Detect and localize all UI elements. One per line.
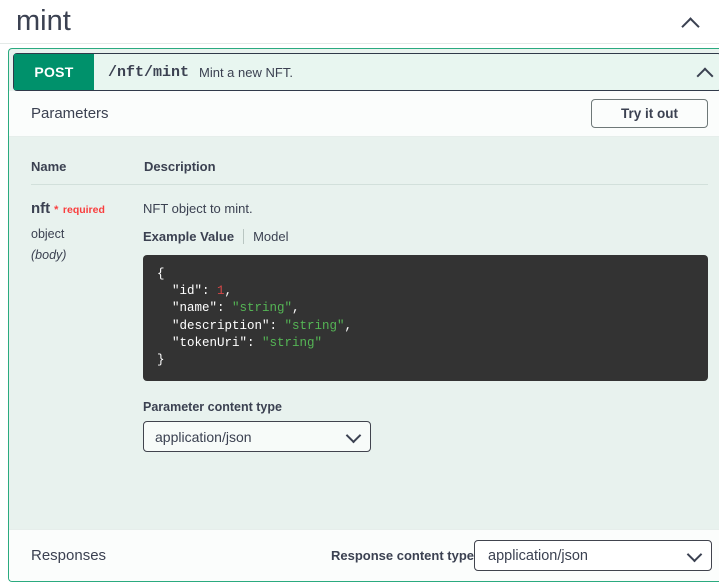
try-it-out-button[interactable]: Try it out [591, 99, 708, 128]
parameters-table-header: Name Description [9, 137, 719, 184]
parameter-location: (body) [31, 248, 67, 262]
code-token-string: "string" [284, 318, 345, 333]
responses-title: Responses [31, 547, 107, 564]
table-row: nft * required object (body) NFT object t… [9, 185, 719, 453]
tab-example-value[interactable]: Example Value [143, 229, 234, 244]
parameter-content-type-group: Parameter content type application/json [143, 400, 708, 453]
column-header-name: Name [31, 159, 67, 174]
parameters-title: Parameters [31, 105, 109, 122]
chevron-down-icon [686, 546, 703, 563]
chevron-up-icon[interactable] [681, 16, 701, 28]
code-token-string: "string" [262, 335, 323, 350]
parameter-content-type-label: Parameter content type [143, 400, 282, 415]
parameter-name: nft [31, 200, 51, 217]
operation-path: /nft/mint [108, 63, 190, 81]
parameter-content-type-value: application/json [155, 428, 252, 445]
chevron-down-icon [345, 427, 362, 444]
code-token-number: 1 [217, 284, 225, 299]
operation-summary[interactable]: POST /nft/mint Mint a new NFT. [13, 53, 719, 91]
response-content-type-value: application/json [488, 547, 588, 564]
parameter-description: NFT object to mint. [143, 201, 253, 216]
required-asterisk: * [54, 204, 59, 216]
operation-summary-controls [697, 54, 715, 90]
code-token-string: "string" [232, 301, 293, 316]
response-content-type-label: Response content type [330, 548, 474, 563]
chevron-up-icon[interactable] [697, 66, 715, 78]
parameter-content-type-select[interactable]: application/json [143, 421, 371, 453]
responses-header: Responses Response content type applicat… [9, 529, 719, 581]
tab-divider [243, 229, 245, 244]
example-value-code-block[interactable]: { "id": 1, "name": "string", "descriptio… [143, 255, 708, 382]
parameters-body: Name Description nft * required object (b… [9, 137, 719, 453]
code-line: { "id": 1, "name": "string", "descriptio… [157, 267, 353, 368]
tag-title: mint [16, 5, 71, 37]
parameter-name-cell: nft * required object (body) [31, 199, 143, 452]
tab-model[interactable]: Model [253, 229, 288, 244]
operation-summary-text: Mint a new NFT. [199, 64, 293, 80]
operation-block: POST /nft/mint Mint a new NFT. Parameter… [8, 48, 719, 582]
response-content-type-select[interactable]: application/json [474, 540, 712, 571]
column-header-description: Description [144, 159, 216, 174]
parameters-header: Parameters Try it out [9, 91, 719, 137]
swagger-ui-operation-panel: mint POST /nft/mint Mint a new NFT. Para… [0, 0, 719, 582]
required-label: required [62, 204, 105, 216]
example-model-tabs: Example Value Model [143, 229, 708, 244]
http-method-badge: POST [14, 54, 94, 90]
parameter-description-cell: NFT object to mint. Example Value Model … [143, 199, 708, 453]
parameter-type: object [31, 227, 65, 241]
tag-header[interactable]: mint [0, 0, 719, 44]
